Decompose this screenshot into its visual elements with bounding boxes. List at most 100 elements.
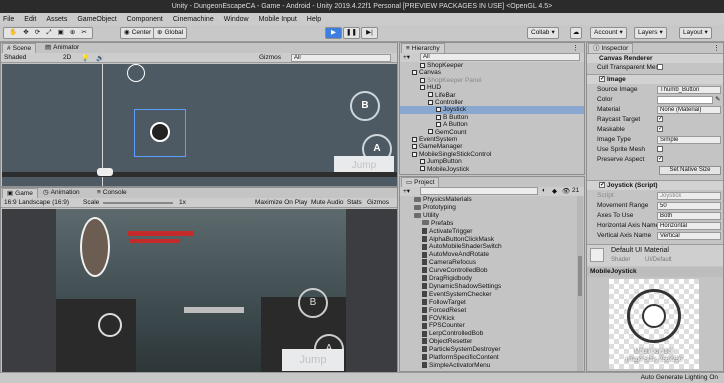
menu-gameobject[interactable]: GameObject xyxy=(77,16,116,23)
set-native-size-button[interactable]: Set Native Size xyxy=(659,166,721,175)
filter-type-icon[interactable]: ◐ xyxy=(542,187,546,194)
project-item[interactable]: ParticleSystemDestroyer xyxy=(400,346,576,354)
menu-cinemachine[interactable]: Cinemachine xyxy=(173,16,214,23)
cull-transparent-checkbox[interactable] xyxy=(657,64,665,71)
transform-tool-icon[interactable]: ⊕ xyxy=(70,28,75,38)
joystick-enabled-checkbox[interactable] xyxy=(599,182,605,189)
project-create-dropdown[interactable]: +▾ xyxy=(403,187,410,195)
mute-audio-toggle[interactable]: Mute Audio xyxy=(311,199,344,206)
material-section[interactable]: Default UI Material Shader UI/Default xyxy=(587,244,723,266)
menu-help[interactable]: Help xyxy=(307,16,321,23)
horizontal-axis-field[interactable]: Horizontal xyxy=(657,222,721,230)
tab-project[interactable]: ▭ Project xyxy=(401,177,440,187)
project-item[interactable]: Utility xyxy=(400,212,576,220)
play-button[interactable]: ▶ xyxy=(325,27,342,39)
game-gizmos-dropdown[interactable]: Gizmos xyxy=(367,199,389,206)
project-item[interactable]: DynamicShadowSettings xyxy=(400,283,576,291)
layers-dropdown[interactable]: Layers ▾ xyxy=(634,27,667,39)
tab-inspector[interactable]: ⓘ Inspector xyxy=(588,43,634,53)
hand-tool-icon[interactable]: ✋ xyxy=(9,28,17,38)
inspector-menu-icon[interactable]: ⋮ xyxy=(713,44,720,52)
collab-button[interactable]: Collab ▾ xyxy=(527,27,559,39)
shading-dropdown[interactable]: Shaded xyxy=(4,54,26,61)
color-swatch[interactable] xyxy=(657,96,713,104)
raycast-target-checkbox[interactable] xyxy=(657,116,665,123)
filter-label-icon[interactable]: ◆ xyxy=(552,187,557,195)
tab-hierarchy[interactable]: ≡ Hierarchy xyxy=(401,43,445,53)
tab-console[interactable]: ≡ Console xyxy=(93,188,131,198)
project-item[interactable]: PhysicsMaterials xyxy=(400,196,576,204)
project-item[interactable]: FollowTarget xyxy=(400,299,576,307)
scene-gizmos-dropdown[interactable]: Gizmos xyxy=(259,54,281,61)
tab-animation[interactable]: ◷ Animation xyxy=(39,188,84,198)
lighting-toggle-icon[interactable]: 💡 xyxy=(81,54,89,62)
maskable-checkbox[interactable] xyxy=(657,126,665,133)
custom-tool-icon[interactable]: ✂ xyxy=(81,28,86,38)
project-item[interactable]: SimpleActivatorMenu xyxy=(400,362,576,370)
project-item[interactable]: ForcedReset xyxy=(400,307,576,315)
tab-animator[interactable]: ▤ Animator xyxy=(41,43,83,53)
axes-to-use-dropdown[interactable]: Both xyxy=(657,212,721,220)
image-enabled-checkbox[interactable] xyxy=(599,76,605,83)
aspect-dropdown[interactable]: 16:9 Landscape (16:9) xyxy=(4,199,69,206)
scale-slider[interactable] xyxy=(103,202,173,204)
hierarchy-search-input[interactable]: All xyxy=(420,53,580,61)
source-image-field[interactable]: Thumb_Button xyxy=(657,86,721,94)
canvas-renderer-header[interactable]: Canvas Renderer xyxy=(587,53,723,63)
project-item[interactable]: Prefabs xyxy=(400,220,576,228)
movement-range-field[interactable]: 50 xyxy=(657,202,721,210)
pivot-global-button[interactable]: ⊕ Global xyxy=(153,27,188,39)
menu-component[interactable]: Component xyxy=(127,16,163,23)
project-item[interactable]: PlatformSpecificContent xyxy=(400,354,576,362)
hidden-packages-icon[interactable]: 👁 xyxy=(562,187,570,195)
project-item[interactable]: ObjectResetter xyxy=(400,338,576,346)
scene-viewport[interactable]: B A Jump xyxy=(2,64,397,186)
menu-mobile-input[interactable]: Mobile Input xyxy=(259,16,297,23)
move-tool-icon[interactable]: ✥ xyxy=(23,28,28,38)
project-item[interactable]: Prototyping xyxy=(400,204,576,212)
preserve-aspect-checkbox[interactable] xyxy=(657,156,665,163)
menu-edit[interactable]: Edit xyxy=(24,16,36,23)
menu-assets[interactable]: Assets xyxy=(46,16,67,23)
tab-scene[interactable]: # Scene xyxy=(2,43,37,53)
pause-button[interactable]: ❚❚ xyxy=(343,27,360,39)
project-item[interactable]: FPSCounter xyxy=(400,322,576,330)
project-item[interactable]: LerpControlledBob xyxy=(400,330,576,338)
image-component-header[interactable]: Image xyxy=(587,74,723,84)
project-item[interactable]: EventSystemChecker xyxy=(400,291,576,299)
rect-tool-icon[interactable]: ▣ xyxy=(58,28,64,38)
stats-toggle[interactable]: Stats xyxy=(347,199,362,206)
game-viewport[interactable]: B A Jump xyxy=(56,209,346,383)
eyedropper-icon[interactable]: ✎ xyxy=(715,95,720,103)
menu-window[interactable]: Window xyxy=(224,16,249,23)
material-field[interactable]: None (Material) xyxy=(657,106,721,114)
maximize-on-play-toggle[interactable]: Maximize On Play xyxy=(255,199,307,206)
scale-tool-icon[interactable]: ⤢ xyxy=(46,28,51,38)
vertical-axis-field[interactable]: Vertical xyxy=(657,232,721,240)
pivot-center-button[interactable]: ◉ Center xyxy=(120,27,156,39)
project-item[interactable]: AlphaButtonClickMask xyxy=(400,236,576,244)
account-dropdown[interactable]: Account ▾ xyxy=(590,27,627,39)
project-item[interactable]: DragRigidbody xyxy=(400,275,576,283)
mode-2d-toggle[interactable]: 2D xyxy=(63,54,71,61)
hierarchy-item[interactable]: MobileJoystick xyxy=(400,166,584,174)
transform-tools[interactable]: ✋ ✥ ⟳ ⤢ ▣ ⊕ ✂ xyxy=(3,27,93,39)
menu-file[interactable]: File xyxy=(3,16,14,23)
project-item[interactable]: ActivateTrigger xyxy=(400,228,576,236)
project-search-input[interactable] xyxy=(420,187,538,195)
step-button[interactable]: ▶| xyxy=(361,27,378,39)
audio-toggle-icon[interactable]: 🔊 xyxy=(96,54,104,62)
rotate-tool-icon[interactable]: ⟳ xyxy=(35,28,40,38)
scene-search-input[interactable]: All xyxy=(291,54,391,62)
joystick-component-header[interactable]: Joystick (Script) xyxy=(587,180,723,190)
layout-dropdown[interactable]: Layout ▾ xyxy=(679,27,712,39)
use-sprite-mesh-checkbox[interactable] xyxy=(657,146,665,153)
project-item[interactable]: FOVKick xyxy=(400,315,576,323)
tab-game[interactable]: ▣ Game xyxy=(2,188,38,198)
hierarchy-menu-icon[interactable]: ⋮ xyxy=(572,44,579,52)
project-item[interactable]: AutoMoveAndRotate xyxy=(400,251,576,259)
image-type-dropdown[interactable]: Simple xyxy=(657,136,721,144)
cloud-button[interactable]: ☁ xyxy=(570,27,582,39)
project-item[interactable]: AutoMobileShaderSwitch xyxy=(400,243,576,251)
project-item[interactable]: CameraRefocus xyxy=(400,259,576,267)
